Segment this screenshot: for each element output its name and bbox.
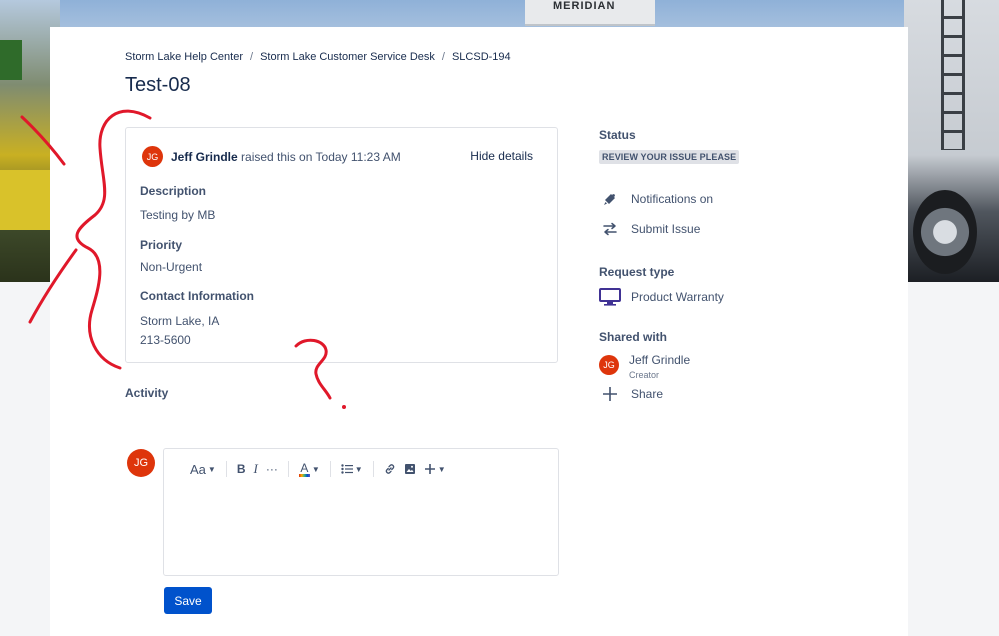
raised-timestamp: raised this on Today 11:23 AM [241, 149, 401, 164]
status-badge: REVIEW YOUR ISSUE PLEASE [599, 150, 740, 164]
request-type-value-row: Product Warranty [599, 288, 724, 306]
chevron-down-icon: ▼ [354, 464, 363, 474]
breadcrumb-issue-key[interactable]: SLCSD-194 [452, 51, 511, 63]
italic-button[interactable]: I [250, 459, 262, 479]
image-icon [404, 464, 415, 474]
text-style-dropdown[interactable]: Aa ▼ [186, 459, 220, 479]
comment-avatar: JG [127, 449, 155, 477]
submit-issue-action[interactable]: Submit Issue [599, 222, 700, 236]
contact-information-label: Contact Information [140, 289, 254, 303]
insert-plus-icon [424, 464, 435, 474]
chevron-down-icon: ▼ [437, 464, 446, 474]
comment-editor[interactable]: Aa ▼ B I ··· A ▼ ▼ ▼ [163, 448, 559, 576]
insert-dropdown[interactable]: ▼ [420, 459, 450, 479]
breadcrumb-help-center[interactable]: Storm Lake Help Center [125, 51, 243, 63]
breadcrumb-separator: / [250, 51, 254, 63]
banner-wheel [913, 190, 977, 274]
request-details-panel: JG Jeff Grindle raised this on Today 11:… [125, 127, 558, 363]
bell-icon [599, 191, 621, 207]
save-button[interactable]: Save [164, 587, 212, 614]
notifications-label: Notifications on [631, 192, 714, 206]
toolbar-divider [287, 461, 289, 477]
description-value: Testing by MB [140, 208, 216, 222]
breadcrumb: Storm Lake Help Center / Storm Lake Cust… [125, 51, 511, 63]
submit-issue-label: Submit Issue [631, 222, 701, 236]
bullet-list-icon [341, 464, 353, 474]
banner-ladder [941, 0, 965, 150]
notifications-toggle[interactable]: Notifications on [599, 191, 713, 207]
editor-toolbar: Aa ▼ B I ··· A ▼ ▼ ▼ [186, 459, 450, 479]
bold-button[interactable]: B [233, 459, 250, 479]
text-color-icon: A [298, 460, 310, 477]
swap-arrows-icon [599, 222, 621, 236]
more-icon: ··· [265, 462, 278, 476]
contact-phone: 213-5600 [140, 333, 191, 347]
plus-icon [599, 386, 621, 402]
more-formatting-button[interactable]: ··· [262, 459, 282, 479]
request-page: Storm Lake Help Center / Storm Lake Cust… [50, 27, 908, 636]
contact-location: Storm Lake, IA [140, 314, 220, 328]
reporter-line: JG Jeff Grindle raised this on Today 11:… [142, 146, 401, 167]
page-title: Test-08 [125, 74, 191, 96]
bold-icon: B [236, 462, 246, 476]
activity-heading: Activity [125, 386, 169, 400]
shared-with-label: Shared with [599, 330, 668, 344]
hide-details-button[interactable]: Hide details [470, 149, 533, 163]
toolbar-divider [225, 461, 227, 477]
text-color-button[interactable]: A ▼ [295, 459, 324, 479]
description-label: Description [140, 184, 207, 198]
italic-icon: I [253, 461, 258, 476]
share-label: Share [631, 387, 664, 401]
banner-hopper: MERIDIAN [525, 0, 655, 26]
status-label: Status [599, 128, 636, 142]
request-type-label: Request type [599, 265, 675, 279]
list-dropdown[interactable]: ▼ [337, 459, 367, 479]
breadcrumb-service-desk[interactable]: Storm Lake Customer Service Desk [260, 51, 435, 63]
monitor-icon [599, 288, 621, 306]
share-button[interactable]: Share [599, 386, 663, 402]
avatar: JG [142, 146, 163, 167]
chevron-down-icon: ▼ [311, 464, 320, 474]
priority-value: Non-Urgent [140, 260, 203, 274]
banner-green-part [0, 40, 22, 80]
shared-user-name: Jeff Grindle [629, 353, 691, 367]
shared-user-role: Creator [629, 370, 660, 380]
shared-user: JG Jeff Grindle Creator [599, 353, 690, 380]
banner-sign-text: MERIDIAN [553, 0, 616, 12]
priority-label: Priority [140, 238, 183, 252]
chevron-down-icon: ▼ [207, 464, 216, 474]
banner-yellow-part [0, 170, 50, 230]
request-type-value: Product Warranty [631, 290, 724, 304]
link-icon [385, 464, 394, 474]
text-style-label: Aa [190, 461, 206, 477]
avatar: JG [599, 355, 619, 375]
breadcrumb-separator: / [441, 51, 445, 63]
toolbar-divider [372, 461, 374, 477]
reporter-name: Jeff Grindle [171, 149, 238, 164]
image-button[interactable] [400, 459, 420, 479]
link-button[interactable] [380, 459, 400, 479]
toolbar-divider [329, 461, 331, 477]
